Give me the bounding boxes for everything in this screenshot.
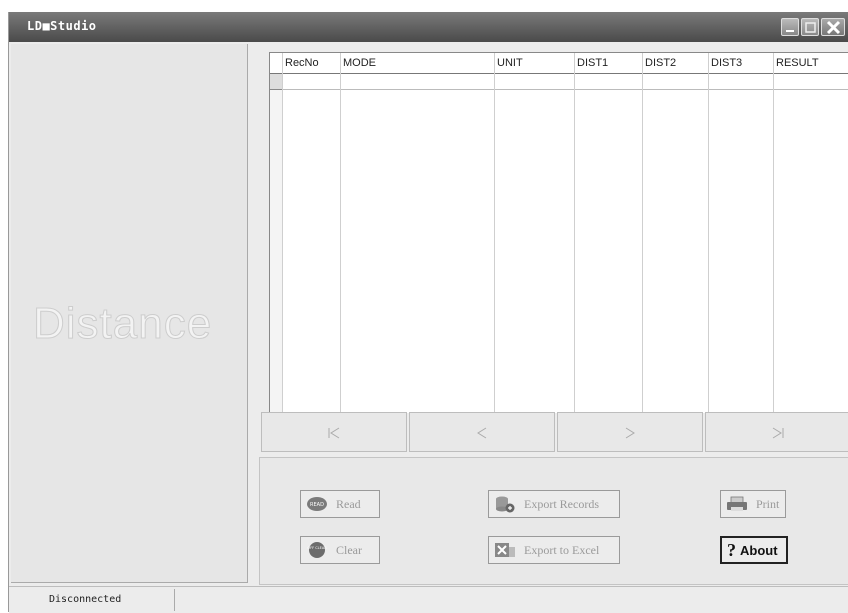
window-title: LD■Studio	[27, 19, 97, 33]
close-icon	[826, 20, 841, 35]
clear-label: Clear	[336, 542, 362, 557]
last-record-icon	[772, 427, 784, 439]
column-header-dist2[interactable]: DIST2	[642, 53, 708, 73]
nav-last-button[interactable]	[705, 412, 848, 452]
excel-icon	[495, 543, 515, 557]
about-button[interactable]: ? About	[720, 536, 788, 564]
title-bar[interactable]: LD■Studio	[9, 12, 848, 42]
minimize-icon	[786, 30, 794, 32]
column-divider	[494, 53, 495, 413]
export-excel-button[interactable]: Export to Excel	[488, 536, 620, 564]
column-header-dist3[interactable]: DIST3	[708, 53, 773, 73]
maximize-button[interactable]	[801, 18, 819, 36]
records-grid[interactable]: RecNo MODE UNIT DIST1 DIST2 DIST3 RESULT	[269, 52, 848, 413]
close-button[interactable]	[821, 18, 845, 36]
database-export-icon	[496, 496, 515, 513]
clear-icon: OFF CLEAR	[307, 542, 327, 558]
grid-header: RecNo MODE UNIT DIST1 DIST2 DIST3 RESULT	[270, 53, 848, 74]
print-label: Print	[756, 496, 780, 511]
read-label: Read	[336, 496, 361, 511]
read-button[interactable]: READ Read	[300, 490, 380, 518]
app-window: LD■Studio Distance RecNo MODE UNIT DIST1…	[8, 12, 848, 613]
svg-text:READ: READ	[310, 502, 324, 508]
maximize-icon	[805, 22, 816, 33]
column-header-mode[interactable]: MODE	[340, 53, 494, 73]
print-button[interactable]: Print	[720, 490, 786, 518]
clear-button[interactable]: OFF CLEAR Clear	[300, 536, 380, 564]
column-header-recno[interactable]: RecNo	[282, 53, 340, 73]
export-excel-label: Export to Excel	[524, 542, 600, 557]
left-panel: Distance	[11, 44, 248, 583]
column-divider	[574, 53, 575, 413]
prev-record-icon	[477, 427, 487, 439]
svg-text:OFF CLEAR: OFF CLEAR	[307, 546, 327, 550]
action-panel: READ Read OFF CLEAR Clear Export Records	[259, 457, 848, 585]
distance-watermark: Distance	[32, 299, 213, 349]
column-header-result[interactable]: RESULT	[773, 53, 848, 73]
read-icon: READ	[307, 497, 327, 511]
empty-row[interactable]	[282, 89, 848, 90]
about-label: About	[740, 542, 778, 558]
column-header-unit[interactable]: UNIT	[494, 53, 574, 73]
column-divider	[340, 53, 341, 413]
connection-status: Disconnected	[9, 589, 175, 611]
nav-next-button[interactable]	[557, 412, 703, 452]
nav-first-button[interactable]	[261, 412, 407, 452]
export-records-button[interactable]: Export Records	[488, 490, 620, 518]
column-divider	[773, 53, 774, 413]
column-header-dist1[interactable]: DIST1	[574, 53, 642, 73]
nav-prev-button[interactable]	[409, 412, 555, 452]
export-records-label: Export Records	[524, 496, 599, 511]
row-indicator[interactable]	[270, 73, 282, 90]
status-bar: Disconnected	[9, 586, 848, 613]
column-divider	[708, 53, 709, 413]
column-divider	[282, 53, 283, 413]
minimize-button[interactable]	[781, 18, 799, 36]
column-divider	[642, 53, 643, 413]
printer-icon	[727, 496, 747, 511]
next-record-icon	[625, 427, 635, 439]
help-icon: ?	[727, 539, 736, 560]
first-record-icon	[328, 427, 340, 439]
record-navigator	[261, 412, 848, 454]
